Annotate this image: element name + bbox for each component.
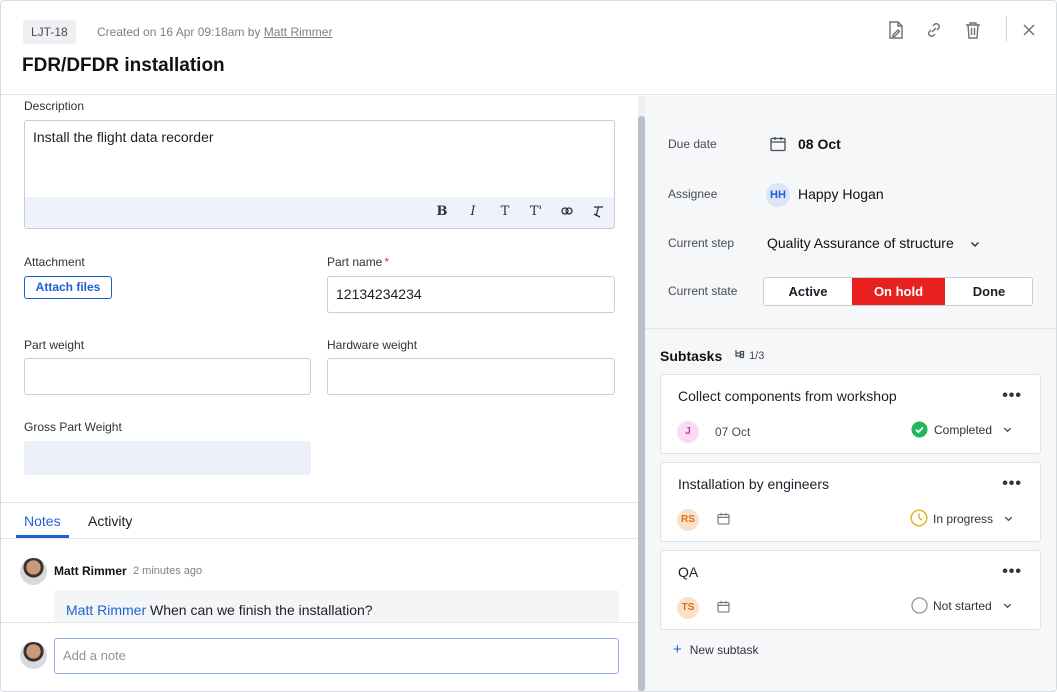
current-state-label: Current state [668,284,738,298]
modal-header: LJT-18 Created on 16 Apr 09:18am by Matt… [1,1,1056,95]
link-format-icon[interactable] [558,204,576,221]
subtask-avatar: RS [677,509,699,531]
italic-button[interactable]: I [464,204,482,219]
created-info: Created on 16 Apr 09:18am by Matt Rimmer [97,25,332,39]
subtask-title[interactable]: QA [678,564,698,580]
assignee-label: Assignee [668,187,718,201]
composer-avatar [20,642,47,669]
note-text: When can we finish the installation? [146,602,373,618]
calendar-icon[interactable] [717,512,730,525]
subtask-card[interactable]: QA ••• TS Not started [660,550,1041,630]
state-done-button[interactable]: Done [945,278,1032,305]
task-id-badge: LJT-18 [23,20,76,44]
check-circle-icon [911,421,928,438]
chevron-down-icon[interactable] [969,237,981,249]
due-date-label: Due date [668,137,717,151]
subtask-tree-icon [735,350,745,359]
subtasks-count: 1/3 [734,349,764,362]
avatar [20,558,47,585]
assignee-avatar: HH [766,183,790,207]
more-options-icon[interactable]: ••• [1002,475,1022,493]
chevron-down-icon [1005,516,1013,522]
plus-icon: + [673,641,682,658]
due-date-value[interactable]: 08 Oct [798,136,841,152]
part-name-label-text: Part name [327,255,383,269]
clock-icon [910,509,928,527]
part-weight-input[interactable] [24,358,311,395]
note-timestamp: 2 minutes ago [133,565,203,577]
subtask-avatar: J [677,421,699,443]
subtask-status-text: Not started [933,599,992,613]
current-step-select[interactable]: Quality Assurance of structure [767,235,954,251]
edit-document-icon[interactable] [885,19,907,41]
text-format-button[interactable]: T [496,204,514,219]
link-icon[interactable] [923,19,945,41]
more-options-icon[interactable]: ••• [1002,387,1022,405]
subtasks-count-text: 1/3 [749,350,765,362]
current-step-label: Current step [668,236,735,250]
tab-activity[interactable]: Activity [88,513,132,529]
hardware-weight-label: Hardware weight [327,338,418,352]
note-mention[interactable]: Matt Rimmer [66,602,146,618]
notes-tabs: Notes Activity [1,502,638,539]
calendar-icon[interactable] [769,135,787,153]
calendar-icon[interactable] [717,600,730,613]
active-tab-indicator [16,535,69,538]
created-by-link[interactable]: Matt Rimmer [264,25,333,39]
subtask-status-text: Completed [934,423,993,437]
part-name-label: Part name * [327,255,389,269]
note-body: Matt Rimmer When can we finish the insta… [54,590,619,623]
required-marker: * [384,255,390,269]
subtask-title[interactable]: Installation by engineers [678,476,829,492]
subtask-card[interactable]: Collect components from workshop ••• J 0… [660,374,1041,454]
subtask-avatar: TS [677,597,699,619]
clear-format-icon[interactable] [589,204,607,221]
subtask-date[interactable]: 07 Oct [715,425,750,439]
note-author: Matt Rimmer [54,564,127,578]
new-subtask-button[interactable]: + New subtask [673,641,758,658]
subtask-status-text: In progress [933,512,994,526]
state-on-hold-button[interactable]: On hold [852,278,945,305]
header-divider [1006,16,1007,41]
superscript-button[interactable]: T' [527,204,545,219]
subtask-card[interactable]: Installation by engineers ••• RS In prog… [660,462,1041,542]
trash-icon[interactable] [962,19,984,41]
new-subtask-label: New subtask [689,643,759,657]
scrollbar-thumb[interactable] [638,116,645,691]
subtasks-title: Subtasks [660,348,723,364]
part-weight-label: Part weight [24,338,85,352]
state-segmented-control: Active On hold Done [763,277,1033,306]
task-modal: LJT-18 Created on 16 Apr 09:18am by Matt… [0,0,1057,692]
created-prefix: Created on 16 Apr 09:18am by [97,25,264,39]
subtask-status-select[interactable]: Not started [911,597,1026,619]
subtask-status-select[interactable]: Completed [911,421,1026,443]
tab-notes[interactable]: Notes [24,513,61,529]
attach-files-button[interactable]: Attach files [24,276,112,299]
hardware-weight-input[interactable] [327,358,615,395]
state-active-button[interactable]: Active [764,278,852,305]
assignee-name[interactable]: Happy Hogan [798,186,884,202]
description-text[interactable]: Install the flight data recorder [33,129,214,145]
gross-weight-field [24,441,311,475]
empty-circle-icon [911,597,928,614]
page-title: FDR/DFDR installation [22,55,225,76]
subtask-status-select[interactable]: In progress [910,509,1025,531]
subtask-title[interactable]: Collect components from workshop [678,388,897,404]
attachment-label: Attachment [24,255,85,269]
more-options-icon[interactable]: ••• [1002,563,1022,581]
chevron-down-icon [1003,603,1012,609]
bold-button[interactable]: B [433,204,451,219]
add-note-input[interactable]: Add a note [54,638,619,674]
close-icon[interactable] [1018,19,1040,41]
description-editor[interactable]: Install the flight data recorder B I T T… [24,120,615,229]
part-name-input[interactable]: 12134234234 [327,276,615,313]
gross-weight-label: Gross Part Weight [24,420,122,434]
chevron-down-icon [1004,427,1012,433]
editor-toolbar: B I T T' [25,197,614,228]
description-label: Description [24,99,85,113]
